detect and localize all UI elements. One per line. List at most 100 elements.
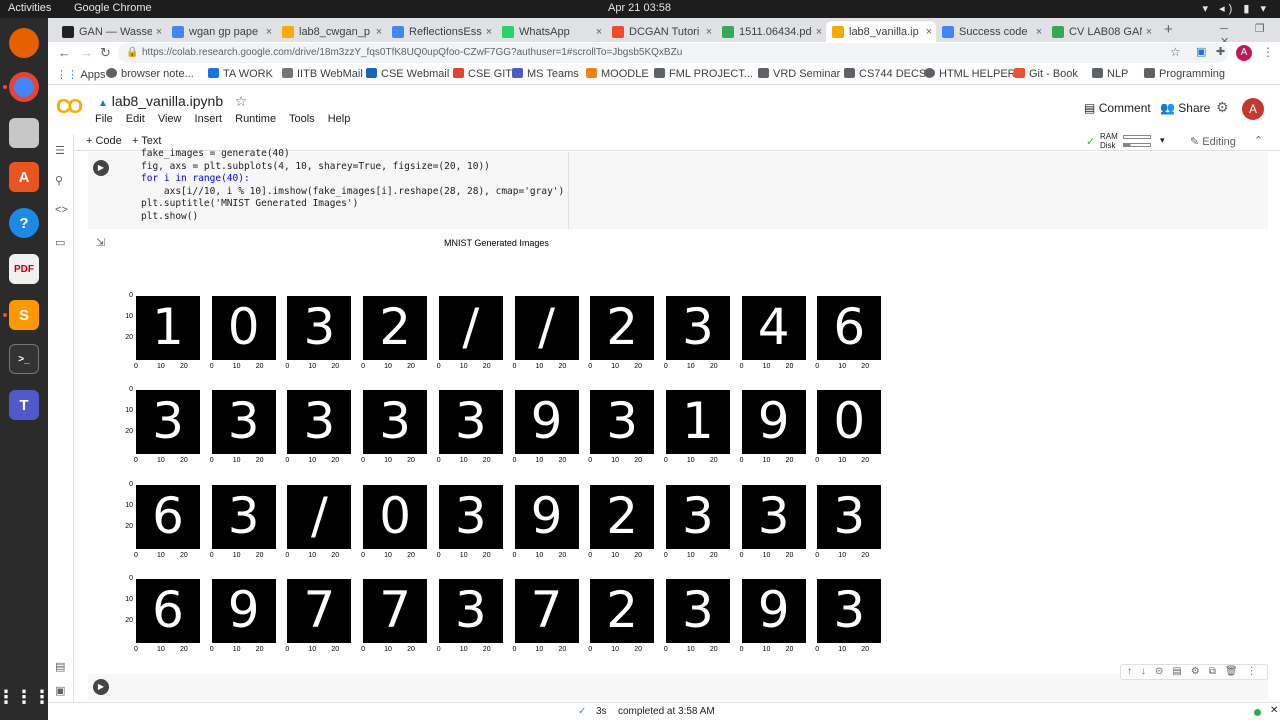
browser-tab[interactable]: Success code × bbox=[936, 21, 1046, 42]
search-icon[interactable]: ⚲ bbox=[55, 174, 63, 187]
profile-avatar[interactable]: A bbox=[1236, 45, 1252, 61]
chrome-menu-icon[interactable]: ⋮ bbox=[1262, 45, 1274, 59]
bookmark-item[interactable]: Git - Book bbox=[1014, 68, 1078, 80]
digit-glyph: 3 bbox=[303, 392, 336, 451]
resources-indicator[interactable]: RAM Disk bbox=[1100, 132, 1118, 150]
bookmark-item[interactable]: TA WORK bbox=[208, 68, 273, 80]
close-icon[interactable]: × bbox=[922, 26, 936, 38]
lock-icon[interactable]: 🔒 bbox=[126, 43, 138, 63]
menu-help[interactable]: Help bbox=[328, 113, 351, 125]
close-icon[interactable]: × bbox=[1032, 26, 1046, 38]
bookmark-folder[interactable]: FML PROJECT... bbox=[654, 68, 753, 80]
browser-tab[interactable]: GAN — Wasse × bbox=[56, 21, 166, 42]
close-icon[interactable]: × bbox=[702, 26, 716, 38]
bookmark-item[interactable]: CSE GIT bbox=[453, 68, 512, 80]
share-button[interactable]: 👥 Share bbox=[1160, 101, 1210, 115]
bookmark-folder[interactable]: NLP bbox=[1092, 68, 1128, 80]
close-icon[interactable]: × bbox=[812, 26, 826, 38]
bookmark-apps[interactable]: ⋮⋮ Apps bbox=[56, 68, 106, 81]
browser-tab[interactable]: DCGAN Tutori × bbox=[606, 21, 716, 42]
bookmark-folder[interactable]: CS744 DECS bbox=[844, 68, 926, 80]
forward-icon[interactable]: → bbox=[80, 45, 93, 60]
colab-logo[interactable]: CO bbox=[56, 96, 83, 119]
gear-icon[interactable]: ⚙ bbox=[1216, 99, 1229, 116]
reload-icon[interactable]: ↻ bbox=[100, 45, 111, 61]
code-snippets-icon[interactable]: <> bbox=[55, 204, 68, 216]
browser-tab[interactable]: CV LAB08 GAN × bbox=[1046, 21, 1156, 42]
notebook-title[interactable]: ▲ lab8_vanilla.ipynb ☆ bbox=[98, 93, 247, 110]
empty-code-cell[interactable]: ▶ bbox=[88, 674, 1268, 700]
code-cell[interactable]: ▶ fake_images = generate(40) fig, axs = … bbox=[88, 148, 1268, 229]
toc-icon[interactable]: ☰ bbox=[55, 144, 65, 157]
browser-tab-active[interactable]: lab8_vanilla.ip × bbox=[826, 21, 936, 42]
bookmark-item[interactable]: browser note... bbox=[106, 68, 194, 80]
collapse-header-icon[interactable]: ⌃ bbox=[1254, 134, 1263, 147]
help-icon[interactable]: ? bbox=[9, 208, 39, 238]
avatar[interactable]: A bbox=[1242, 98, 1264, 120]
files-icon[interactable]: ▭ bbox=[55, 236, 65, 249]
bookmark-item[interactable]: HTML HELPER bbox=[924, 68, 1016, 80]
bookmark-folder[interactable]: VRD Seminar bbox=[758, 68, 840, 80]
menu-insert[interactable]: Insert bbox=[195, 113, 223, 125]
sublime-text-icon[interactable]: S bbox=[9, 300, 39, 330]
menu-runtime[interactable]: Runtime bbox=[235, 113, 276, 125]
code-editor[interactable]: fake_images = generate(40) fig, axs = pl… bbox=[141, 148, 564, 225]
system-tray-icons[interactable]: ▾ ◂) ▮ ▾ bbox=[1203, 2, 1270, 15]
menu-edit[interactable]: Edit bbox=[126, 113, 145, 125]
run-cell-button[interactable]: ▶ bbox=[93, 679, 109, 695]
browser-tab[interactable]: WhatsApp × bbox=[496, 21, 606, 42]
editing-mode[interactable]: ✎ Editing bbox=[1190, 135, 1236, 148]
comment-button[interactable]: ▤ Comment bbox=[1084, 101, 1151, 115]
add-text-button[interactable]: + Text bbox=[132, 135, 161, 147]
browser-tab[interactable]: 1511.06434.pd × bbox=[716, 21, 826, 42]
menu-file[interactable]: File bbox=[95, 113, 113, 125]
command-palette-icon[interactable]: ▤ bbox=[55, 660, 65, 673]
connected-indicator[interactable] bbox=[1254, 709, 1261, 716]
terminal-icon[interactable]: ▣ bbox=[55, 684, 65, 697]
browser-tab[interactable]: lab8_cwgan_p × bbox=[276, 21, 386, 42]
close-icon[interactable]: × bbox=[262, 26, 276, 38]
running-indicator bbox=[3, 85, 7, 89]
show-apps-icon[interactable]: ⋮⋮⋮ bbox=[0, 682, 51, 712]
firefox-icon[interactable] bbox=[9, 28, 39, 58]
generated-digit-image: 9 bbox=[741, 390, 806, 455]
teams-icon[interactable]: T bbox=[9, 390, 39, 420]
back-icon[interactable]: ← bbox=[58, 45, 71, 60]
bookmark-item[interactable]: CSE Webmail bbox=[366, 68, 449, 80]
extension-icon[interactable]: ▣ bbox=[1196, 45, 1206, 58]
document-viewer-icon[interactable]: PDF bbox=[9, 254, 39, 284]
bookmark-folder[interactable]: Programming bbox=[1144, 68, 1225, 80]
new-tab-button[interactable]: + bbox=[1164, 21, 1173, 38]
generated-digit-image: 9 bbox=[514, 484, 579, 549]
software-center-icon[interactable]: A bbox=[9, 162, 39, 192]
clock[interactable]: Apr 21 03:58 bbox=[608, 2, 671, 14]
close-icon[interactable]: × bbox=[592, 26, 606, 38]
close-icon[interactable]: × bbox=[372, 26, 386, 38]
chrome-icon[interactable] bbox=[9, 72, 39, 102]
browser-tab[interactable]: ReflectionsEss × bbox=[386, 21, 496, 42]
terminal-icon[interactable]: >_ bbox=[9, 344, 39, 374]
extensions-puzzle-icon[interactable]: ✚ bbox=[1216, 45, 1225, 58]
star-icon[interactable]: ☆ bbox=[227, 93, 248, 109]
browser-tab[interactable]: wgan gp pape × bbox=[166, 21, 276, 42]
cell-toolbar[interactable]: ↑↓⊝▤⚙⧉🗑⋮ bbox=[1120, 664, 1268, 680]
add-code-button[interactable]: + Code bbox=[86, 135, 122, 147]
run-cell-button[interactable]: ▶ bbox=[93, 160, 109, 176]
address-bar[interactable]: 🔒 https://colab.research.google.com/driv… bbox=[118, 43, 1228, 63]
bookmark-item[interactable]: MOODLE bbox=[586, 68, 649, 80]
output-actions-icon[interactable]: ⇲ bbox=[96, 236, 105, 249]
close-icon[interactable]: × bbox=[152, 26, 166, 38]
generated-digit-image: 2 bbox=[590, 578, 655, 643]
chevron-down-icon[interactable]: ▾ bbox=[1160, 135, 1165, 146]
menu-tools[interactable]: Tools bbox=[289, 113, 315, 125]
files-icon[interactable] bbox=[9, 118, 39, 148]
close-icon[interactable]: ✕ bbox=[1270, 705, 1278, 716]
app-menu[interactable]: Google Chrome bbox=[74, 2, 152, 14]
bookmark-star-icon[interactable]: ☆ bbox=[1170, 45, 1181, 59]
activities-button[interactable]: Activities bbox=[8, 2, 51, 14]
bookmark-item[interactable]: IITB WebMail bbox=[282, 68, 363, 80]
menu-view[interactable]: View bbox=[158, 113, 182, 125]
close-icon[interactable]: × bbox=[1142, 26, 1156, 38]
close-icon[interactable]: × bbox=[482, 26, 496, 38]
bookmark-item[interactable]: MS Teams bbox=[512, 68, 579, 80]
